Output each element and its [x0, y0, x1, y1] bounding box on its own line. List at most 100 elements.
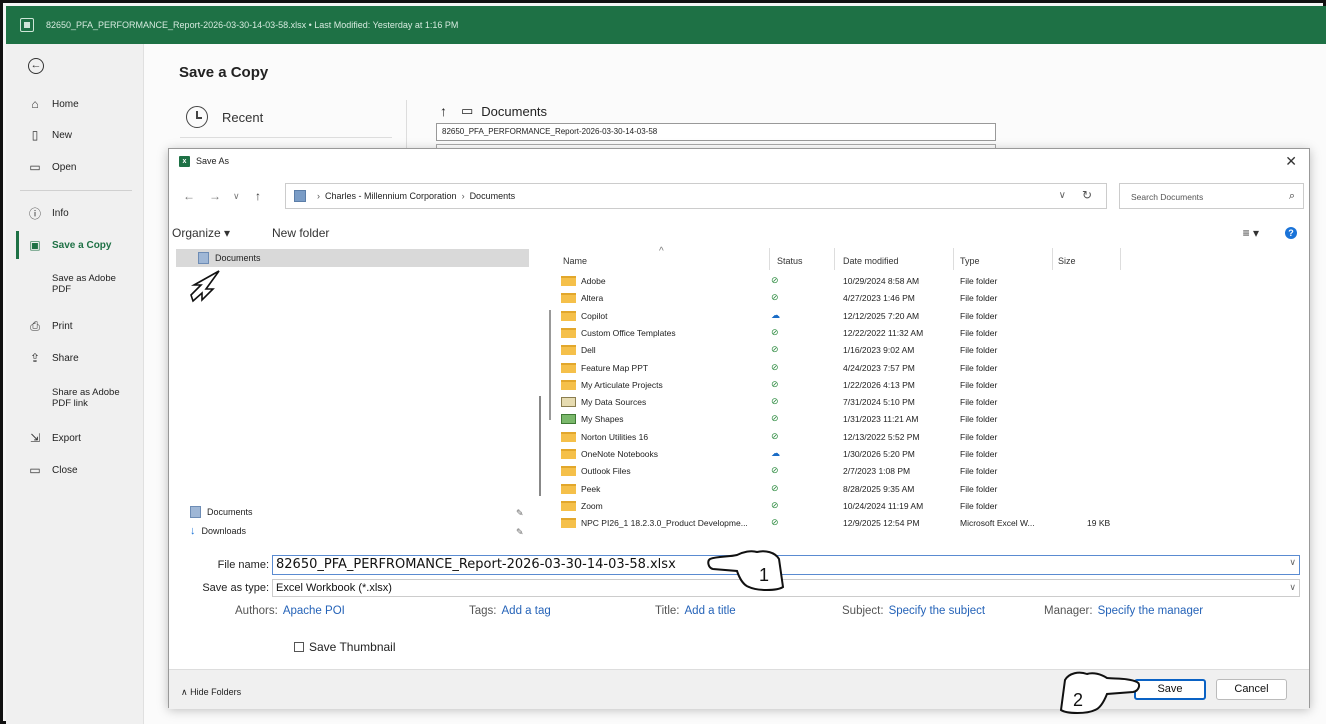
recent-label: Recent — [222, 109, 264, 125]
search-input[interactable]: Search Documents ⌕ — [1119, 183, 1304, 209]
forward-icon[interactable]: → — [209, 189, 221, 203]
chevron-down-icon[interactable]: ∨ — [1059, 190, 1066, 201]
column-header-size[interactable]: Size — [1058, 256, 1076, 266]
manager-value[interactable]: Specify the manager — [1098, 605, 1203, 617]
pin-icon[interactable]: ✎ — [516, 508, 524, 519]
file-name-cell: Dell — [581, 345, 596, 356]
nav-share[interactable]: ⇪ Share — [28, 351, 79, 365]
folder-icon — [561, 414, 576, 425]
help-icon[interactable]: ? — [1285, 227, 1297, 239]
file-row[interactable]: Custom Office Templates ⊘ 12/22/2022 11:32… — [555, 325, 1305, 342]
back-icon[interactable]: ← — [183, 189, 195, 203]
address-bar[interactable]: › Charles - Millennium Corporation › Doc… — [285, 183, 1107, 209]
type-cell: File folder — [960, 397, 998, 408]
authors-value[interactable]: Apache POI — [283, 605, 345, 617]
nav-share-adobe-pdf-link[interactable]: Share as Adobe PDF link — [52, 387, 132, 409]
type-cell: File folder — [960, 362, 998, 373]
type-cell: File folder — [960, 276, 998, 286]
tree-item-documents[interactable]: Documents — [198, 252, 261, 264]
pin-icon[interactable]: ✎ — [516, 527, 524, 538]
refresh-icon[interactable]: ↻ — [1082, 188, 1092, 202]
new-folder-button[interactable]: New folder — [272, 226, 329, 240]
date-modified-cell: 4/24/2023 7:57 PM — [843, 362, 915, 373]
file-row[interactable]: Adobe ⊘ 10/29/2024 8:58 AM File folder — [555, 273, 1305, 290]
nav-save-as-adobe-pdf[interactable]: Save as Adobe PDF — [52, 273, 132, 295]
column-header-status[interactable]: Status — [777, 256, 803, 266]
file-row[interactable]: Altera ⊘ 4/27/2023 1:46 PM File folder — [555, 290, 1305, 307]
backstage-filename-field[interactable]: 82650_PFA_PERFORMANCE_Report-2026-03-30-… — [436, 123, 996, 141]
synced-status-icon: ⊘ — [771, 326, 779, 337]
save-thumbnail-option[interactable]: Save Thumbnail — [294, 640, 396, 654]
up-arrow-icon[interactable]: ↑ — [440, 103, 447, 119]
documents-icon — [190, 506, 201, 518]
column-divider[interactable] — [834, 248, 835, 270]
file-row[interactable]: Feature Map PPT ⊘ 4/24/2023 7:57 PM File fo… — [555, 360, 1305, 377]
type-cell: File folder — [960, 327, 998, 338]
folder-icon — [561, 276, 576, 286]
tags-label: Tags: — [469, 605, 497, 617]
subject-value[interactable]: Specify the subject — [889, 605, 986, 617]
quick-access-documents[interactable]: Documents — [190, 506, 253, 518]
view-options-icon[interactable]: ≡ ▾ — [1243, 226, 1259, 240]
chevron-down-icon[interactable]: ∨ — [1289, 582, 1296, 593]
nav-info-label: Info — [52, 207, 69, 219]
file-row[interactable]: Peek ⊘ 8/28/2025 9:35 AM File folder — [555, 481, 1305, 498]
recent-locations-icon[interactable]: ∨ — [233, 191, 240, 202]
column-header-type[interactable]: Type — [960, 256, 980, 266]
file-row[interactable]: Copilot ☁ 12/12/2025 7:20 AM File folder — [555, 308, 1305, 325]
file-row[interactable]: NPC PI26_1 18.2.3.0_Product Developme...… — [555, 515, 1305, 532]
file-row[interactable]: Outlook Files ⊘ 2/7/2023 1:08 PM File folde… — [555, 463, 1305, 480]
save-icon: ▣ — [29, 238, 41, 252]
folder-icon — [561, 293, 576, 304]
file-row[interactable]: My Articulate Projects ⊘ 1/22/2026 4:13 PM… — [555, 377, 1305, 394]
synced-status-icon: ⊘ — [771, 413, 779, 424]
tags-value[interactable]: Add a tag — [502, 605, 551, 617]
date-modified-cell: 1/16/2023 9:02 AM — [843, 345, 915, 356]
nav-print[interactable]: ⎙ Print — [28, 319, 72, 333]
column-header-date[interactable]: Date modified — [843, 256, 899, 266]
organize-button[interactable]: Organize ▾ — [172, 226, 230, 240]
column-divider[interactable] — [1052, 248, 1053, 270]
close-icon[interactable]: ✕ — [1285, 153, 1297, 170]
active-indicator — [16, 231, 19, 259]
nav-save-a-copy[interactable]: ▣ Save a Copy — [28, 238, 111, 252]
column-divider[interactable] — [769, 248, 770, 270]
column-header-name[interactable]: Name — [563, 256, 587, 266]
hide-folders-button[interactable]: ∧ Hide Folders — [181, 687, 241, 698]
save-as-dialog: x Save As ✕ ← → ∨ ↑ › Charles - Millenni… — [168, 148, 1310, 709]
nav-home[interactable]: ⌂ Home — [28, 97, 78, 111]
title-value[interactable]: Add a title — [685, 605, 736, 617]
up-arrow-icon[interactable]: ↑ — [255, 189, 261, 203]
breadcrumb-item[interactable]: Charles - Millennium Corporation — [325, 191, 457, 201]
file-row[interactable]: My Data Sources ⊘ 7/31/2024 5:10 PM File fo… — [555, 394, 1305, 411]
nav-save-as-adobe-pdf-label: Save as Adobe PDF — [52, 273, 116, 295]
save-button[interactable]: Save — [1134, 679, 1206, 700]
file-row[interactable]: Dell ⊘ 1/16/2023 9:02 AM File folder — [555, 342, 1305, 359]
file-row[interactable]: My Shapes ⊘ 1/31/2023 11:21 AM File folder — [555, 411, 1305, 428]
cancel-button[interactable]: Cancel — [1216, 679, 1287, 700]
chevron-down-icon[interactable]: ∨ — [1289, 558, 1296, 568]
file-row[interactable]: OneNote Notebooks ☁ 1/30/2026 5:20 PM File … — [555, 446, 1305, 463]
hand-pointer-icon: 1 — [707, 550, 785, 591]
file-row[interactable]: Zoom ⊘ 10/24/2024 11:19 AM File folder — [555, 498, 1305, 515]
synced-status-icon: ⊘ — [771, 378, 779, 389]
nav-info[interactable]: ⓘ Info — [28, 206, 69, 221]
quick-access-downloads[interactable]: ↓ Downloads — [190, 525, 246, 537]
document-title: 82650_PFA_PERFORMANCE_Report-2026-03-30-… — [46, 20, 459, 30]
nav-close[interactable]: ▭ Close — [28, 463, 77, 477]
back-arrow-icon[interactable]: ← — [28, 58, 44, 74]
scrollbar[interactable] — [539, 396, 541, 496]
column-divider[interactable] — [1120, 248, 1121, 270]
synced-status-icon: ⊘ — [771, 482, 779, 493]
recent-location[interactable]: Recent — [186, 106, 263, 128]
file-row[interactable]: Norton Utilities 16 ⊘ 12/13/2022 5:52 PM Fi… — [555, 429, 1305, 446]
nav-export[interactable]: ⇲ Export — [28, 431, 81, 445]
date-modified-cell: 1/22/2026 4:13 PM — [843, 379, 915, 390]
nav-new[interactable]: ▯ New — [28, 128, 72, 142]
nav-open[interactable]: ▭ Open — [28, 160, 76, 174]
save-thumbnail-checkbox[interactable] — [294, 642, 304, 652]
column-divider[interactable] — [953, 248, 954, 270]
dialog-toolbar: Organize ▾ New folder ≡ ▾ ? — [169, 223, 1309, 243]
scrollbar[interactable] — [549, 310, 551, 420]
breadcrumb-item[interactable]: Documents — [470, 191, 516, 201]
